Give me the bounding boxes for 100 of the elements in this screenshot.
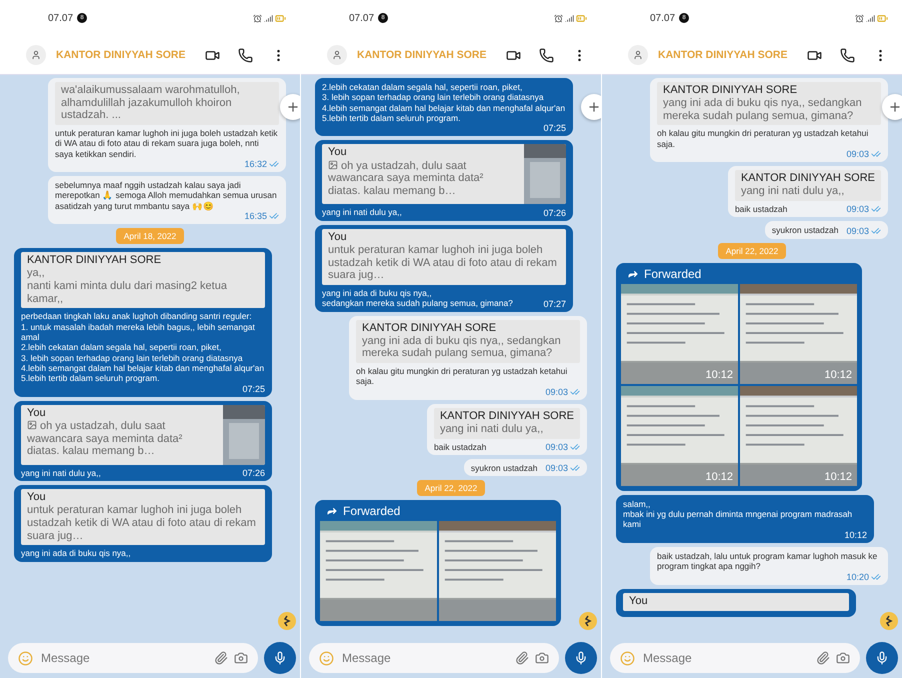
quoted-message[interactable]: KANTOR DINIYYAH SORE yang ini ada di buku qis nya,, sedangkan mereka sudah pulang semua, gimana? — [356, 320, 580, 364]
date-chip: April 18, 2022 — [116, 228, 184, 244]
message-bubble[interactable]: You untuk peraturan kamar lughoh ini juga boleh ustadzah ketik di WA atau di foto atau di rekam suara jug… yang ini ada di buku qis nya,, sedangkan mereka sudah pulang semua, gimana? 07:27 — [315, 224, 573, 312]
image-time: 10:12 — [705, 470, 733, 483]
attach-button[interactable] — [214, 651, 228, 665]
quoted-message[interactable]: wa'alaikumussalaam warohmatulloh, alhamdulillah jazakumulloh khoiron ustadzah. ... — [55, 82, 279, 125]
quoted-message[interactable]: You oh ya ustadzah, dulu saat wawancara saya meminta data² diatas. kalau memang b… — [21, 404, 265, 465]
message-text: oh kalau gitu mungkin dri peraturan yg ustadzah ketahui saja. — [657, 128, 870, 150]
quote-text: yang ini ada di buku qis nya,, sedangkan mereka sudah pulang semua, gimana? — [663, 97, 863, 122]
avatar[interactable] — [26, 45, 46, 65]
mic-icon[interactable] — [875, 651, 889, 665]
alarm-icon — [855, 14, 864, 22]
message-text: sebelumnya maaf nggih ustadzah kalau saya jadi merepotkan 🙏 semoga Alloh memudahkan semua urusan asatidzah yang turut mmbantu saya 🙌😊 — [55, 180, 278, 212]
message-time: 07:27 — [543, 298, 566, 309]
message-bubble[interactable]: You untuk peraturan kamar lughoh ini juga boleh ustadzah ketik di WA atau di foto atau di rekam suara jug… yang ini ada di buku qis nya,, — [14, 485, 272, 562]
message-bubble[interactable]: salam,, mbak ini yg dulu pernah diminta mngenai program madrasah kami 10:12 — [616, 494, 874, 543]
quote-text: yang ini nati dulu ya,, — [740, 185, 846, 198]
message-time: 09:03 — [846, 204, 869, 214]
quoted-message[interactable]: You oh ya ustadzah, dulu saat wawancara saya meminta data² diatas. kalau memang b… — [322, 144, 566, 204]
mic-button[interactable] — [866, 642, 898, 674]
message-bubble[interactable]: You oh ya ustadzah, dulu saat wawancara saya meminta data² diatas. kalau memang b… yang ini nati dulu ya,, 07:26 — [315, 140, 573, 221]
message-time: 09:03 — [846, 149, 869, 160]
date-chip: April 22, 2022 — [416, 480, 486, 496]
squiggle-badge-icon[interactable] — [579, 612, 597, 630]
message-input-box[interactable]: Message — [8, 643, 258, 673]
message-time: 07:26 — [543, 208, 566, 218]
message-time: 07:25 — [242, 384, 265, 394]
avatar[interactable] — [327, 45, 347, 65]
message-text: oh kalau gitu mungkin dri peraturan yg ustadzah ketahui saja. — [356, 366, 568, 387]
quoted-message[interactable]: KANTOR DINIYYAH SORE yang ini ada di buku qis nya,, sedangkan mereka sudah pulang semua, gimana? — [657, 82, 881, 126]
image-icon — [27, 420, 37, 430]
person-icon — [31, 50, 41, 60]
quote-text: yang ini ada di buku qis nya,, sedangkan mereka sudah pulang semua, gimana? — [362, 334, 562, 360]
camera-button[interactable] — [234, 651, 248, 665]
quoted-message[interactable]: You untuk peraturan kamar lughoh ini juga boleh ustadzah ketik di WA atau di foto atau di rekam suara jug… — [21, 489, 265, 546]
battery-icon — [576, 12, 587, 24]
message-text: yang ini ada di buku qis nya,, — [21, 548, 131, 559]
mic-button[interactable] — [264, 642, 296, 674]
camera-button[interactable] — [836, 651, 850, 665]
message-bubble[interactable] — [315, 78, 573, 136]
message-time: 09:03 — [545, 442, 568, 452]
quoted-message[interactable]: You — [623, 592, 849, 611]
message-bubble[interactable]: KANTOR DINIYYAH SORE yang ini ada di buku qis nya,, sedangkan mereka sudah pulang semua, gimana? oh kalau gitu mungkin dri peraturan yg ustadzah ketahui saja. 09:03 — [650, 78, 888, 162]
message-time: 10:12 — [844, 530, 867, 540]
mic-icon[interactable] — [273, 651, 287, 665]
quoted-message[interactable]: You untuk peraturan kamar lughoh ini juga boleh ustadzah ketik di WA atau di foto atau di rekam suara jug… — [322, 228, 566, 285]
quote-author: KANTOR DINIYYAH SORE — [663, 84, 798, 98]
message-bubble[interactable]: You — [616, 588, 856, 617]
squiggle-badge-icon[interactable] — [880, 612, 898, 630]
forwarded-message[interactable]: Forwarded 10:12 10:12 10:12 10:12 — [616, 262, 862, 491]
message-time: 16:32 — [244, 159, 267, 169]
message-time: 07:26 — [242, 468, 265, 478]
quoted-message[interactable]: KANTOR DINIYYAH SORE yang ini nati dulu ya,, — [734, 170, 881, 202]
message-input-box[interactable]: Message — [309, 643, 559, 673]
signal-icon — [264, 14, 273, 22]
image-time: 10:12 — [705, 368, 733, 381]
squiggle-badge-icon[interactable] — [278, 612, 296, 630]
image-time: 10:12 — [824, 470, 852, 483]
phone-icon[interactable] — [840, 48, 855, 62]
person-icon — [332, 50, 342, 60]
message-text: perbedaan tingkah laku anak lughoh dibanding santri reguler: 1. untuk masalah ibadah mereka lebih bagus,, lebih semangat amal 2.lebih cekatan dalam segala hal, sepertii roan, piket, 3. lebih sopan terhadap orang lain terlebih orang diatasnya 4.lebih semangat dalam hal belajar kitab dan menghafal alqur'an 5.lebih tertib dalam seluruh program. — [21, 311, 265, 384]
status-time: 07.07 — [650, 12, 676, 24]
quoted-message[interactable]: KANTOR DINIYYAH SORE ya,, nanti kami minta dulu dari masing2 ketua kamar,, — [21, 252, 265, 308]
battery-icon — [275, 12, 286, 24]
person-icon — [633, 50, 643, 60]
quote-text: oh ya ustadzah, dulu saat wawancara saya meminta data² diatas. kalau memang b… — [328, 160, 484, 198]
message-bubble[interactable]: KANTOR DINIYYAH SORE yang ini nati dulu ya,, baik ustadzah 09:03 — [426, 404, 587, 455]
message-text: yang ini nati dulu ya,, — [322, 207, 402, 218]
phone-icon[interactable] — [238, 48, 253, 62]
forwarded-message[interactable]: Forwarded — [315, 500, 561, 626]
quoted-message[interactable]: KANTOR DINIYYAH SORE yang ini nati dulu ya,, — [434, 408, 580, 439]
quote-text: wa'alaikumussalaam warohmatulloh, alhamdulillah jazakumulloh khoiron ustadzah. ... — [61, 84, 241, 122]
status-time: 07.07 — [349, 12, 374, 24]
message-bubble[interactable]: You oh ya ustadzah, dulu saat wawancara saya meminta data² diatas. kalau memang b… yang ini nati dulu ya,, 07:26 — [14, 400, 272, 482]
message-input-box[interactable]: Message — [610, 643, 860, 673]
message-bubble[interactable]: baik ustadzah, lalu untuk program kamar lughoh masuk ke program tingkat apa nggih? 10:20 — [650, 546, 888, 585]
mic-button[interactable] — [565, 642, 597, 674]
message-bubble[interactable] — [48, 78, 286, 172]
message-bubble[interactable]: syukron ustadzah 09:03 — [464, 459, 587, 476]
signal-icon — [565, 14, 574, 22]
message-text: syukron ustadzah — [772, 225, 838, 236]
quote-author: KANTOR DINIYYAH SORE — [362, 322, 498, 335]
message-text: yang ini ada di buku qis nya,, sedangkan mereka sudah pulang semua, gimana? — [322, 288, 513, 309]
message-bubble[interactable]: KANTOR DINIYYAH SORE yang ini ada di buku qis nya,, sedangkan mereka sudah pulang semua, gimana? oh kalau gitu mungkin dri peraturan yg ustadzah ketahui saja. 09:03 — [349, 316, 587, 400]
attach-button[interactable] — [816, 651, 830, 665]
message-text: syukron ustadzah — [470, 463, 538, 474]
camera-button[interactable] — [535, 651, 549, 665]
phone-icon[interactable] — [539, 48, 554, 62]
mic-icon[interactable] — [574, 651, 588, 665]
quote-author: You — [328, 146, 348, 160]
avatar[interactable] — [628, 45, 648, 65]
message-bubble[interactable]: syukron ustadzah 09:03 — [764, 221, 888, 239]
message-bubble[interactable]: sebelumnya maaf nggih ustadzah kalau saya jadi merepotkan 🙏 semoga Alloh memudahkan semua urusan asatidzah yang turut mmbantu saya 🙌😊 16:35 — [48, 176, 286, 224]
message-bubble[interactable]: KANTOR DINIYYAH SORE yang ini nati dulu ya,, baik ustadzah 09:03 — [728, 166, 888, 218]
quote-author: You — [27, 491, 47, 504]
quote-text: untuk peraturan kamar lughoh ini juga boleh ustadzah ketik di WA atau di foto atau di rekam suara jug… — [328, 244, 558, 282]
message-bubble[interactable] — [14, 248, 272, 397]
quote-text: yang ini nati dulu ya,, — [440, 423, 544, 436]
plus-button[interactable] — [581, 94, 601, 120]
attach-button[interactable] — [515, 651, 529, 665]
